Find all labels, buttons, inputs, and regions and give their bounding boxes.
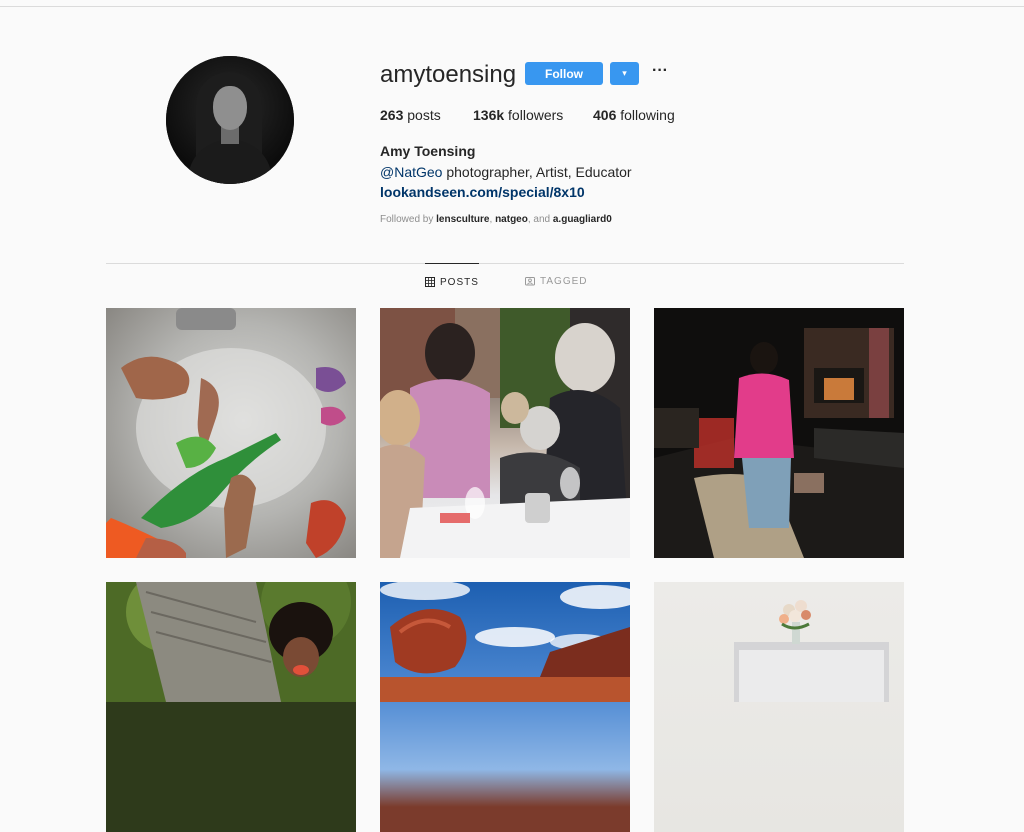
post-thumbnail[interactable]	[380, 582, 630, 832]
post-image	[380, 308, 630, 558]
followed-by-user[interactable]: natgeo	[495, 214, 528, 225]
tab-tagged-label: TAGGED	[540, 275, 588, 287]
followed-by-user[interactable]: lensculture	[436, 214, 489, 225]
post-image	[106, 308, 346, 558]
profile-avatar[interactable]	[166, 56, 294, 184]
bio-text: photographer, Artist, Educator	[442, 164, 632, 180]
post-thumbnail[interactable]	[380, 308, 630, 558]
chevron-down-icon: ▾	[622, 68, 627, 78]
bio-mention-link[interactable]: @NatGeo	[380, 164, 442, 180]
followed-by-separator: , and	[527, 214, 553, 225]
followed-by-prefix: Followed by	[380, 214, 437, 225]
followed-by: Followed by lensculture, natgeo, and a.g…	[380, 214, 612, 225]
followers-label: followers	[508, 107, 564, 123]
followers-count: 136k	[473, 107, 505, 123]
post-image	[654, 328, 904, 558]
top-border	[0, 6, 1024, 7]
profile-bio: @NatGeo photographer, Artist, Educator	[380, 164, 632, 180]
post-thumbnail[interactable]	[654, 308, 904, 558]
more-options-icon[interactable]: ···	[652, 62, 670, 84]
post-thumbnail[interactable]	[106, 582, 356, 832]
post-image	[380, 582, 630, 702]
tabs-divider	[106, 263, 904, 264]
tab-posts[interactable]: POSTS	[425, 263, 479, 300]
followers-stat[interactable]: 136k followers	[473, 107, 563, 123]
tab-posts-label: POSTS	[440, 276, 479, 288]
follow-button[interactable]: Follow	[525, 62, 603, 85]
posts-count: 263	[380, 107, 404, 123]
following-label: following	[620, 107, 675, 123]
post-image	[734, 600, 889, 702]
followed-by-user[interactable]: a.guagliard0	[553, 214, 612, 225]
following-stat[interactable]: 406 following	[593, 107, 675, 123]
avatar-face	[213, 86, 247, 130]
posts-label: posts	[407, 107, 441, 123]
tab-tagged[interactable]: TAGGED	[525, 263, 587, 299]
grid-icon	[425, 277, 435, 287]
posts-stat: 263 posts	[380, 107, 441, 123]
profile-website-link[interactable]: lookandseen.com/special/8x10	[380, 184, 585, 200]
suggested-dropdown-button[interactable]: ▾	[610, 62, 639, 85]
post-thumbnail[interactable]	[654, 582, 904, 832]
following-count: 406	[593, 107, 617, 123]
post-thumbnail[interactable]	[106, 308, 356, 558]
post-image	[106, 582, 356, 702]
tag-icon	[525, 277, 535, 286]
profile-full-name: Amy Toensing	[380, 143, 476, 159]
profile-username: amytoensing	[380, 61, 517, 88]
